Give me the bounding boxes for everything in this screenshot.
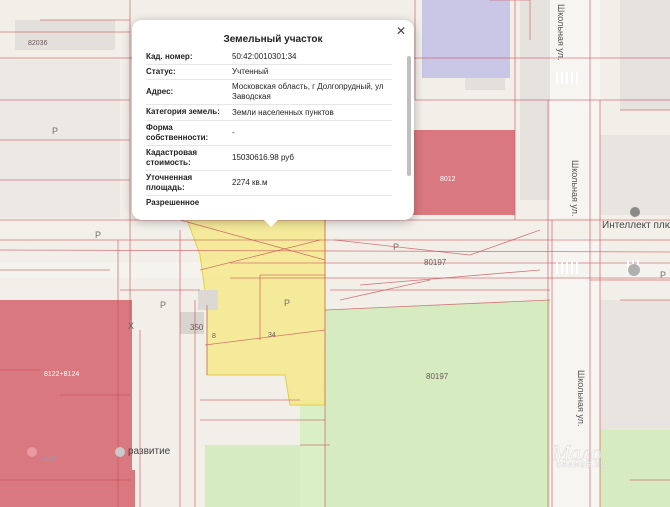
row-key: Категория земель: (146, 107, 220, 116)
row-key: Разрешенное (146, 198, 200, 207)
parking-label: P (52, 126, 59, 136)
popup-pointer (262, 218, 280, 227)
row-value: Учтенный (232, 67, 269, 76)
row-key: Адрес: (146, 87, 174, 96)
table-row: Уточненная площадь: 2274 кв.м (146, 171, 392, 196)
parcel-label-8122: 8122+8124 (44, 371, 80, 378)
parcel-label-8: 8 (212, 333, 216, 340)
watermark-logo: Мало (551, 440, 602, 465)
parcel-label-80197-top: 80197 (424, 258, 447, 267)
poi-marker-intellekt (630, 207, 640, 217)
parcel-label-8012: 8012 (440, 176, 456, 183)
parking-label: P (284, 298, 291, 308)
road-label-shkolnaya-mid: Школьная ул. (570, 160, 580, 217)
table-row: Кадастровая стоимость: 15030616.98 руб (146, 146, 392, 171)
table-row: Адрес: Московская область, г Долгопрудны… (146, 80, 392, 105)
road-label-shkolnaya-top: Школьная ул. (556, 4, 566, 61)
building-8012 (405, 130, 515, 215)
watermark-text: CHANGE.RU (556, 462, 608, 469)
greenery-area (320, 300, 550, 507)
table-row: Категория земель: Земли населенных пункт… (146, 105, 392, 121)
parcel-label-80197-bottom: 80197 (426, 372, 449, 381)
row-value: Московская область, г Долгопрудный, ул З… (232, 82, 384, 101)
row-value (232, 196, 392, 210)
poi-label-sin[interactable]: Sin (42, 454, 56, 465)
parking-label: P (95, 230, 102, 240)
building-purple (422, 0, 510, 78)
row-value: Земли населенных пунктов (232, 108, 334, 117)
parcel-label-34: 34 (268, 332, 276, 339)
row-value: 2274 кв.м (232, 178, 268, 187)
table-row: Форма собственности: - (146, 121, 392, 146)
parking-label: P (393, 242, 400, 252)
row-value: - (232, 128, 235, 137)
x-mark: X (128, 321, 135, 331)
popup-title: Земельный участок (223, 34, 323, 45)
poi-label-intellekt[interactable]: Интеллект плюс (602, 220, 670, 231)
parcel-label-350: 350 (190, 323, 204, 332)
poi-label-razvitie[interactable]: развитие (128, 446, 170, 457)
table-row: Статус: Учтенный (146, 65, 392, 80)
row-key: Статус: (146, 67, 176, 76)
row-value: 15030616.98 руб (232, 153, 294, 162)
cadastral-map[interactable]: 82036 8012 80197 80197 350 34 8 8122+812… (0, 0, 670, 507)
parking-label: P (160, 300, 167, 310)
road-label-shkolnaya-bottom: Школьная ул. (576, 370, 586, 427)
parcel-label-82036: 82036 (28, 40, 48, 47)
close-icon[interactable]: ✕ (394, 24, 408, 38)
popup-scrollbar[interactable] (407, 56, 411, 176)
parcel-info-popup: Земельный участок ✕ Кад. номер: 50:42:00… (132, 20, 414, 220)
row-key: Форма собственности: (146, 123, 209, 142)
popup-details-table[interactable]: Кад. номер: 50:42:0010301:34 Статус: Учт… (132, 50, 414, 216)
row-key: Уточненная площадь: (146, 173, 193, 192)
table-row: Разрешенное (146, 196, 392, 210)
table-row: Кад. номер: 50:42:0010301:34 (146, 50, 392, 65)
row-key: Кадастровая стоимость: (146, 148, 198, 167)
parking-label: P (660, 270, 667, 280)
row-value: 50:42:0010301:34 (232, 52, 297, 61)
row-key: Кад. номер: (146, 52, 193, 61)
